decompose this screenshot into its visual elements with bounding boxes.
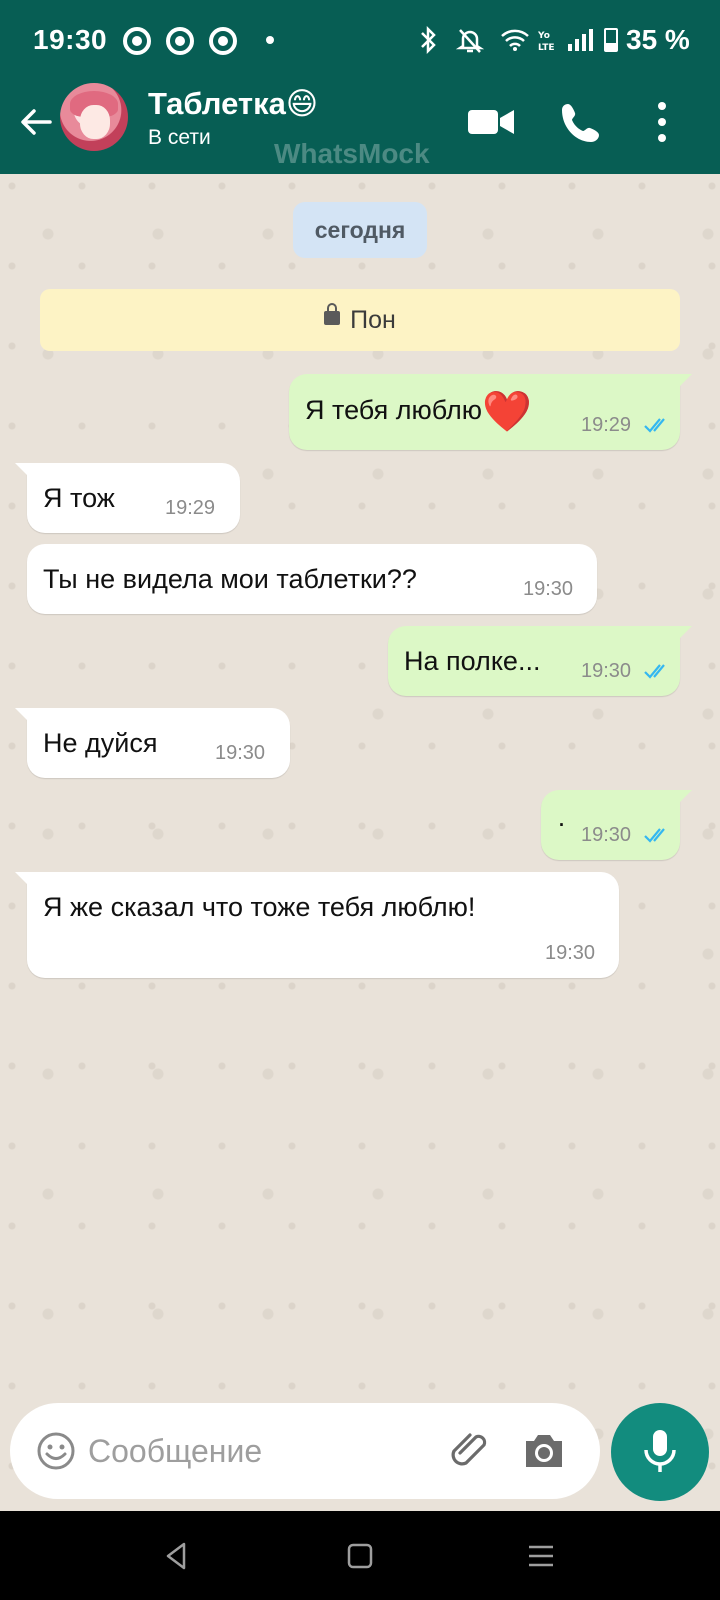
avatar[interactable] bbox=[60, 83, 128, 151]
video-call-icon[interactable] bbox=[466, 96, 518, 148]
message-text: Я же сказал что тоже тебя люблю! bbox=[43, 892, 476, 922]
avatar-face bbox=[80, 105, 110, 139]
battery-percent: 35 % bbox=[626, 24, 690, 55]
status-bar: 19:30 Yo LTE 35 % bbox=[0, 0, 720, 80]
bell-off-icon bbox=[456, 29, 484, 53]
message-incoming[interactable]: Ты не видела мои таблетки?? 19:30 bbox=[27, 544, 597, 614]
back-arrow-icon[interactable] bbox=[16, 102, 56, 142]
phone-icon[interactable] bbox=[556, 96, 608, 148]
battery-icon bbox=[604, 28, 618, 52]
message-composer bbox=[10, 1403, 600, 1499]
date-chip: сегодня bbox=[293, 202, 427, 258]
lock-icon bbox=[324, 303, 341, 325]
read-ticks-icon bbox=[644, 664, 665, 679]
message-incoming[interactable]: Я тож 19:29 bbox=[15, 463, 240, 533]
mic-icon bbox=[644, 1430, 676, 1472]
message-input[interactable] bbox=[88, 1429, 428, 1473]
volte-icon: Yo LTE bbox=[538, 31, 555, 52]
notification-dot-icon bbox=[266, 36, 274, 44]
nav-home-icon[interactable] bbox=[343, 1539, 377, 1573]
chrome-icon bbox=[209, 27, 237, 55]
nav-back-icon[interactable] bbox=[160, 1539, 194, 1573]
chat-header: Таблетка😄 В сети WhatsMock bbox=[0, 80, 720, 174]
contact-name[interactable]: Таблетка😄 bbox=[148, 86, 318, 122]
message-time: 19:29 bbox=[581, 414, 632, 436]
read-ticks-icon bbox=[644, 828, 665, 843]
message-text: Я тебя люблю❤️ bbox=[305, 390, 532, 434]
signal-icon bbox=[568, 29, 593, 51]
message-text: На полке... bbox=[404, 646, 541, 676]
message-incoming[interactable]: Я же сказал что тоже тебя люблю! 19:30 bbox=[15, 872, 619, 978]
message-incoming[interactable]: Не дуйся 19:30 bbox=[15, 708, 290, 778]
read-ticks-icon bbox=[644, 418, 665, 433]
bluetooth-icon bbox=[421, 26, 436, 54]
svg-text:LTE: LTE bbox=[538, 43, 555, 52]
battery-level bbox=[606, 43, 616, 50]
encryption-notice[interactable]: Пон bbox=[40, 289, 680, 351]
camera-icon[interactable] bbox=[522, 1431, 566, 1471]
encryption-notice-text: Пон bbox=[350, 305, 396, 334]
heart-emoji: ❤️ bbox=[482, 390, 532, 434]
wifi-icon bbox=[501, 29, 529, 51]
attach-icon[interactable] bbox=[446, 1427, 494, 1475]
contact-status: В сети bbox=[148, 126, 211, 149]
message-time: 19:30 bbox=[523, 578, 574, 600]
svg-text:Yo: Yo bbox=[538, 31, 550, 41]
message-outgoing[interactable]: Я тебя люблю❤️ 19:29 bbox=[289, 374, 692, 450]
message-text: Ты не видела мои таблетки?? bbox=[43, 564, 417, 594]
more-vert-icon[interactable] bbox=[642, 96, 694, 148]
emoji-icon[interactable] bbox=[36, 1431, 76, 1471]
message-time: 19:30 bbox=[581, 660, 632, 682]
system-nav-bar bbox=[0, 1511, 720, 1600]
message-outgoing[interactable]: На полке... 19:30 bbox=[388, 626, 692, 696]
message-time: 19:30 bbox=[545, 942, 596, 964]
chrome-icon bbox=[166, 27, 194, 55]
chrome-icon bbox=[123, 27, 151, 55]
message-text: Не дуйся bbox=[43, 728, 158, 758]
message-time: 19:30 bbox=[581, 824, 632, 846]
status-time: 19:30 bbox=[33, 24, 108, 55]
message-text: Я тож bbox=[43, 483, 115, 513]
message-time: 19:29 bbox=[165, 497, 216, 519]
nav-recents-icon[interactable] bbox=[524, 1539, 558, 1573]
message-text: · bbox=[557, 808, 566, 838]
watermark: WhatsMock bbox=[274, 138, 430, 169]
message-outgoing[interactable]: · 19:30 bbox=[541, 790, 692, 860]
chat-area[interactable]: сегодня Пон Я тебя люблю❤️ 19:29 Я тож 1… bbox=[0, 174, 720, 1511]
message-time: 19:30 bbox=[215, 742, 266, 764]
mic-button[interactable] bbox=[611, 1403, 709, 1501]
